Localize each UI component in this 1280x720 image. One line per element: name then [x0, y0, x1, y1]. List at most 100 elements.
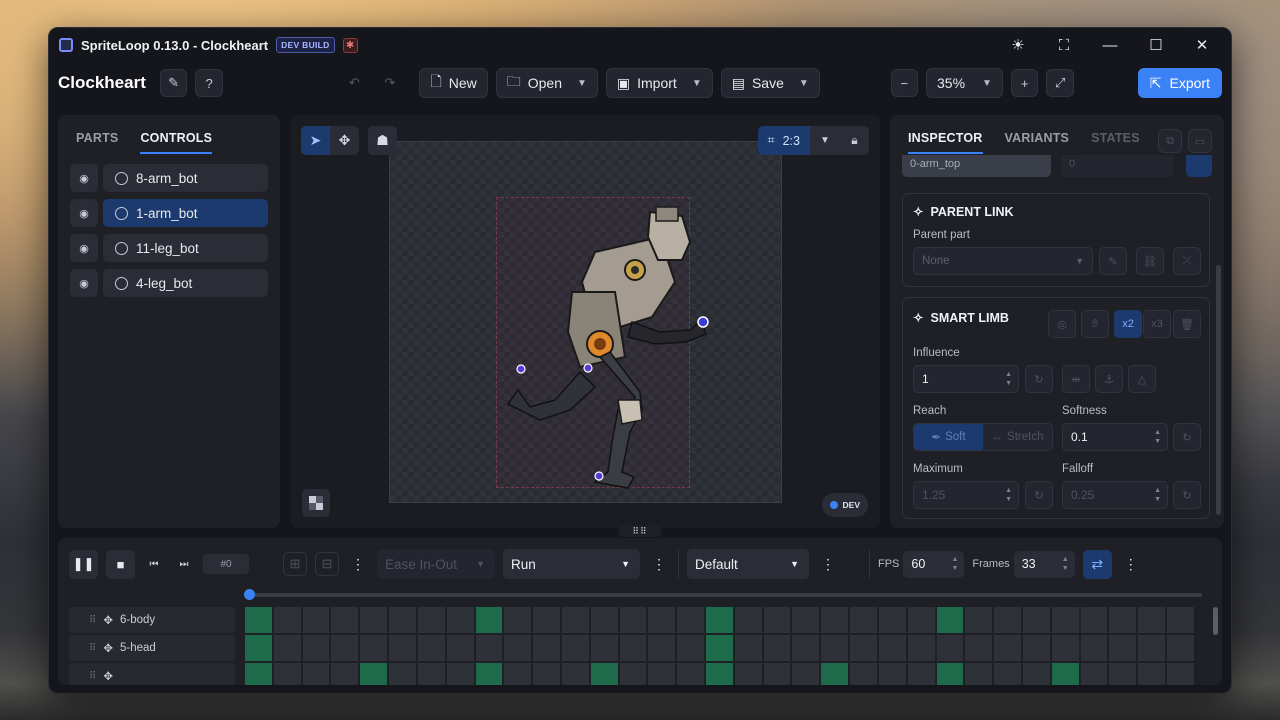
- frame-cell[interactable]: [561, 607, 589, 633]
- frame-cell[interactable]: [1051, 607, 1079, 633]
- frame-cell[interactable]: [734, 663, 762, 685]
- control-item[interactable]: 4-leg_bot: [103, 269, 268, 297]
- parent-part-select[interactable]: None ▼: [913, 247, 1093, 275]
- frame-cell[interactable]: [1080, 607, 1108, 633]
- keyframe-cell[interactable]: [821, 663, 849, 685]
- keyframe-cell[interactable]: [936, 607, 964, 633]
- frame-cell[interactable]: [821, 635, 849, 661]
- frame-cell[interactable]: [821, 607, 849, 633]
- track-header[interactable]: ⠿ ✥ 6-body: [69, 607, 235, 633]
- frame-cell[interactable]: [763, 607, 791, 633]
- keyframe-cell[interactable]: [475, 663, 503, 685]
- minimize-button[interactable]: —: [1091, 30, 1129, 60]
- frame-cell[interactable]: [850, 607, 877, 633]
- drag-handle-icon[interactable]: ⠿: [89, 643, 96, 654]
- zoom-select[interactable]: 35% ▼: [926, 68, 1003, 98]
- frame-cell[interactable]: [590, 607, 618, 633]
- animation-select[interactable]: Run ▼: [503, 549, 640, 579]
- frame-cell[interactable]: [936, 635, 964, 661]
- add-frame-icon[interactable]: ⊞: [283, 552, 307, 576]
- frame-cell[interactable]: [1022, 635, 1050, 661]
- fullscreen-icon[interactable]: ⛶: [1045, 30, 1083, 60]
- frames-input[interactable]: 33 ▲ ▼: [1013, 550, 1075, 578]
- keyframe-cell[interactable]: [1051, 663, 1079, 685]
- keyframe-cell[interactable]: [706, 635, 733, 661]
- frame-cell[interactable]: [1138, 607, 1165, 633]
- frame-cell[interactable]: [677, 663, 704, 685]
- undo-icon[interactable]: ↶: [341, 69, 368, 97]
- frame-cell[interactable]: [907, 663, 935, 685]
- frame-cell[interactable]: [850, 663, 877, 685]
- frame-cell[interactable]: [1167, 663, 1194, 685]
- frame-cell[interactable]: [273, 607, 301, 633]
- eye-icon[interactable]: ◉: [70, 269, 98, 297]
- stepper-icon[interactable]: ▲ ▼: [951, 555, 958, 573]
- x3-toggle[interactable]: x3: [1143, 310, 1171, 338]
- stepper-icon[interactable]: ▲ ▼: [1062, 555, 1069, 573]
- anchor-icon[interactable]: ⚓︎: [1095, 365, 1123, 393]
- tab-parts[interactable]: PARTS: [76, 131, 118, 154]
- frame-cell[interactable]: [417, 635, 445, 661]
- drag-handle-icon[interactable]: ⠿: [89, 615, 96, 626]
- bug-icon[interactable]: ✱: [342, 37, 358, 53]
- frame-cell[interactable]: [994, 635, 1021, 661]
- unlink-icon[interactable]: ⤫: [1173, 247, 1201, 275]
- stepper-icon[interactable]: ▲ ▼: [1154, 428, 1161, 446]
- frame-cell[interactable]: [878, 663, 906, 685]
- frame-cell[interactable]: [792, 663, 820, 685]
- frame-cell[interactable]: [417, 663, 445, 685]
- track-header[interactable]: ⠿ ✥: [69, 663, 235, 685]
- frame-cell[interactable]: [360, 635, 388, 661]
- frame-cell[interactable]: [878, 635, 906, 661]
- open-button[interactable]: 🗀 Open ▼: [495, 68, 598, 98]
- canvas-stage[interactable]: [389, 141, 782, 503]
- frame-cell[interactable]: [1138, 663, 1165, 685]
- panel-resize-handle[interactable]: ⠿⠿: [619, 525, 661, 537]
- frame-cell[interactable]: [302, 635, 330, 661]
- frame-cell[interactable]: [677, 607, 704, 633]
- frame-cell[interactable]: [965, 663, 993, 685]
- reset-icon[interactable]: ↻: [1173, 481, 1201, 509]
- frame-cell[interactable]: [763, 663, 791, 685]
- frame-cell[interactable]: [965, 635, 993, 661]
- move-tool-icon[interactable]: ✥: [330, 126, 359, 155]
- frame-cell[interactable]: [1167, 607, 1194, 633]
- keyframe-cell[interactable]: [706, 607, 733, 633]
- frame-cell[interactable]: [878, 607, 906, 633]
- frame-cell[interactable]: [965, 607, 993, 633]
- export-button[interactable]: ⇱ Export: [1137, 68, 1222, 98]
- frame-cell[interactable]: [648, 635, 676, 661]
- keyframe-cell[interactable]: [245, 663, 272, 685]
- timeline-scrollbar[interactable]: [1213, 607, 1218, 635]
- frame-cell[interactable]: [504, 663, 532, 685]
- frame-cell[interactable]: [734, 607, 762, 633]
- frame-cell[interactable]: [331, 607, 359, 633]
- frame-cell[interactable]: [273, 635, 301, 661]
- zoom-in-button[interactable]: +: [1010, 69, 1039, 97]
- frame-cell[interactable]: [619, 635, 647, 661]
- reach-stretch-option[interactable]: ↔ Stretch: [983, 424, 1052, 450]
- aspect-ratio-button[interactable]: ⌗ 2:3: [757, 126, 810, 155]
- frame-cell[interactable]: [1109, 663, 1137, 685]
- maximum-input[interactable]: 1.25 ▲ ▼: [913, 481, 1019, 509]
- frame-cell[interactable]: [475, 635, 503, 661]
- playhead-handle[interactable]: [244, 589, 255, 600]
- frame-cell[interactable]: [1138, 635, 1165, 661]
- frame-cell[interactable]: [1022, 607, 1050, 633]
- keyframe-cell[interactable]: [360, 663, 388, 685]
- frame-cell[interactable]: [1080, 635, 1108, 661]
- checker-background-icon[interactable]: [302, 489, 330, 517]
- frame-cell[interactable]: [533, 607, 560, 633]
- control-item[interactable]: 8-arm_bot: [103, 164, 268, 192]
- frame-cell[interactable]: [994, 663, 1021, 685]
- tab-variants[interactable]: VARIANTS: [1005, 131, 1070, 154]
- part-action-button[interactable]: [1186, 155, 1212, 177]
- part-index-select[interactable]: 0: [1061, 155, 1173, 177]
- frame-cell[interactable]: [677, 635, 704, 661]
- keyframe-cell[interactable]: [706, 663, 733, 685]
- new-button[interactable]: 🗋 New: [419, 68, 488, 98]
- frame-cell[interactable]: [1109, 635, 1137, 661]
- mirror-icon[interactable]: ⇹: [1062, 365, 1090, 393]
- maximize-button[interactable]: ☐: [1137, 30, 1175, 60]
- frame-cell[interactable]: [389, 607, 416, 633]
